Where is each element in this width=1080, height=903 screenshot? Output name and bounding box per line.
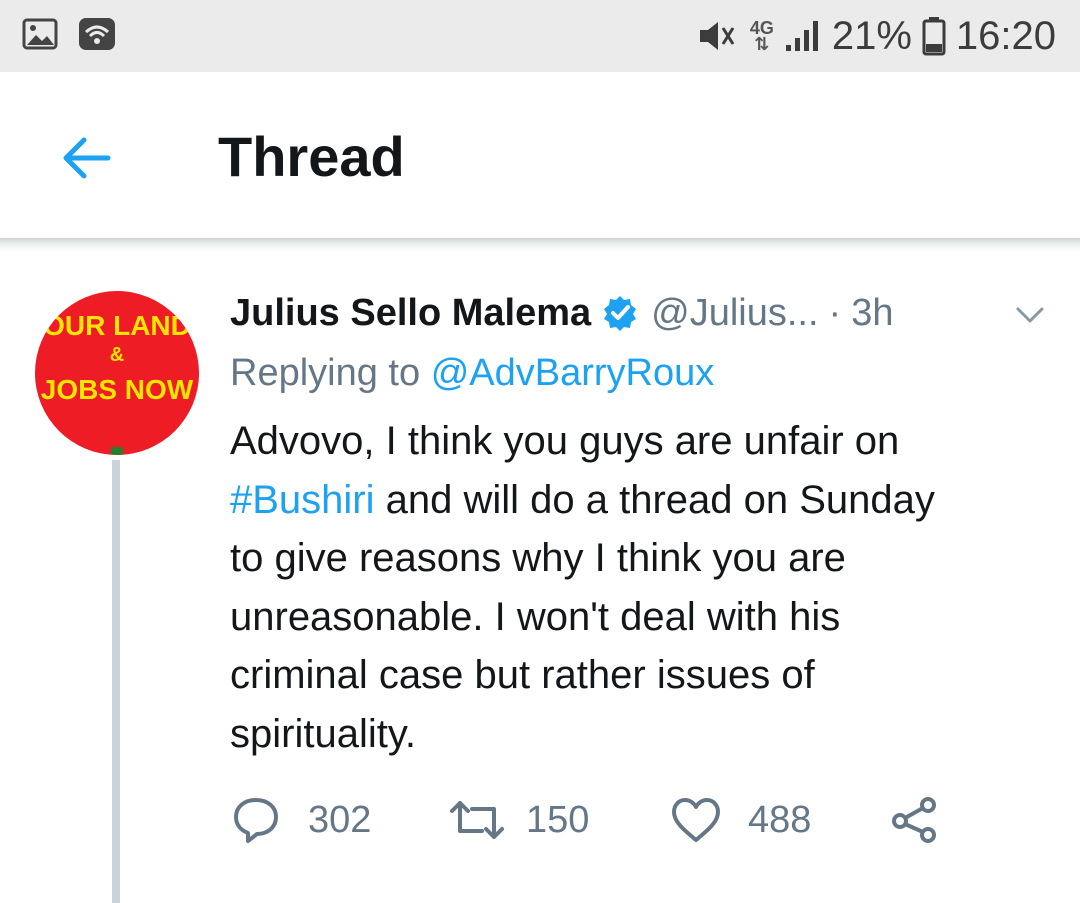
replying-to-link[interactable]: @AdvBarryRoux xyxy=(431,352,715,394)
tweet-line-5: criminal case but rather issues of xyxy=(230,653,815,697)
like-button[interactable]: 488 xyxy=(670,790,811,850)
retweet-icon xyxy=(450,801,504,839)
header-divider xyxy=(0,238,1080,252)
hashtag-link[interactable]: #Bushiri xyxy=(230,478,375,522)
thread-connector-line xyxy=(112,460,120,903)
battery-percent: 21% xyxy=(831,13,912,58)
avatar-text-line1: OUR LAND xyxy=(43,310,191,341)
tweet-time: 3h xyxy=(851,291,894,334)
author-handle[interactable]: @Julius... xyxy=(651,292,818,335)
mute-icon xyxy=(699,22,735,50)
replying-to: Replying to @AdvBarryRoux xyxy=(230,352,714,395)
replying-prefix: Replying to xyxy=(230,352,421,394)
tweet-actions: 302 150 488 xyxy=(230,790,990,850)
thread-header: Thread xyxy=(0,72,1080,240)
avatar[interactable]: OUR LAND & JOBS NOW xyxy=(35,291,199,455)
author-name[interactable]: Julius Sello Malema xyxy=(230,292,591,335)
clock: 16:20 xyxy=(955,13,1056,58)
verified-badge-icon xyxy=(604,296,637,331)
battery-icon xyxy=(922,17,946,56)
avatar-text-amp: & xyxy=(110,344,124,366)
reply-button[interactable]: 302 xyxy=(230,790,371,850)
separator-dot: · xyxy=(828,291,842,334)
retweet-count: 150 xyxy=(526,798,590,841)
image-icon xyxy=(22,18,58,50)
tweet-line-6: spirituality. xyxy=(230,711,416,756)
like-count: 488 xyxy=(748,798,812,841)
heart-icon xyxy=(672,798,720,842)
signal-icon xyxy=(785,21,818,51)
page-title: Thread xyxy=(218,125,405,188)
share-icon xyxy=(892,797,936,843)
reply-count: 302 xyxy=(308,798,372,841)
network-4g-icon: 4G ⇅ xyxy=(750,19,774,54)
status-bar-right: 4G ⇅ 21% 16:20 xyxy=(696,10,1056,62)
retweet-button[interactable]: 150 xyxy=(448,790,589,850)
share-button[interactable] xyxy=(890,790,940,850)
tweet-body: Advovo, I think you guys are unfair on #… xyxy=(230,412,1050,763)
tweet-line-2: #Bushiri and will do a thread on Sunday xyxy=(230,471,1050,530)
avatar-text-line2: JOBS NOW xyxy=(41,374,194,405)
tweet-line-2-text: and will do a thread on Sunday xyxy=(385,477,935,522)
tweet-author-row: Julius Sello Malema @Julius... · 3h xyxy=(230,288,893,338)
chevron-down-icon[interactable] xyxy=(1012,302,1048,328)
status-bar: 4G ⇅ 21% 16:20 xyxy=(0,0,1080,72)
back-button[interactable] xyxy=(56,130,116,186)
data-arrows: ⇅ xyxy=(754,34,770,54)
avatar-logo: OUR LAND & JOBS NOW xyxy=(41,310,194,455)
tweet-line-3: to give reasons why I think you are xyxy=(230,536,846,580)
arrow-left-icon xyxy=(63,137,111,179)
tweet-line-4: unreasonable. I won't deal with his xyxy=(230,594,841,639)
wifi-icon xyxy=(79,18,115,50)
status-bar-left xyxy=(22,16,116,52)
reply-icon xyxy=(234,798,278,843)
tweet-line-1: Advovo, I think you guys are unfair on xyxy=(230,419,900,463)
